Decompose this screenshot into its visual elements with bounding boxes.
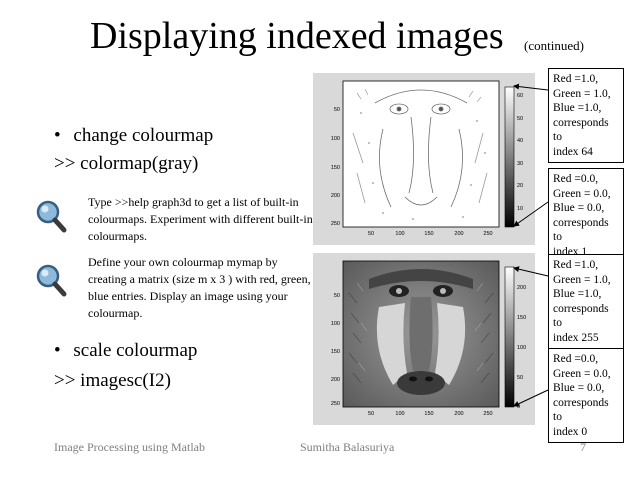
callout-line: corresponds to bbox=[553, 216, 609, 244]
callout-line: Blue = 0.0, bbox=[553, 202, 605, 214]
callout-line: Red =1.0, bbox=[553, 259, 599, 271]
callout-index-0: Red =0.0, Green = 0.0, Blue = 0.0, corre… bbox=[548, 348, 624, 443]
callout-line: Green = 0.0, bbox=[553, 187, 611, 200]
callout-line: index 255 bbox=[553, 331, 599, 344]
footer-author: Sumitha Balasuriya bbox=[300, 440, 395, 454]
callout-line: corresponds to bbox=[553, 116, 609, 144]
callout-line: Red =0.0, bbox=[553, 173, 599, 185]
callout-line: Red =1.0, bbox=[553, 73, 599, 85]
callout-line: index 64 bbox=[553, 145, 593, 158]
callout-line: corresponds to bbox=[553, 396, 609, 424]
footer-page-number: 7 bbox=[580, 440, 586, 454]
callout-line: Green = 0.0, bbox=[553, 367, 611, 380]
callout-index-1: Red =0.0, Green = 0.0, Blue = 0.0, corre… bbox=[548, 168, 624, 263]
callout-arrows bbox=[513, 83, 549, 407]
callout-index-64: Red =1.0, Green = 1.0, Blue =1.0, corres… bbox=[548, 68, 624, 163]
footer-course-title: Image Processing using Matlab bbox=[54, 440, 205, 454]
callout-line: Green = 1.0, bbox=[553, 87, 611, 100]
callout-line: Blue = 0.0, bbox=[553, 382, 605, 394]
callout-index-255: Red =1.0, Green = 1.0, Blue =1.0, corres… bbox=[548, 254, 624, 349]
callout-line: Blue =1.0, bbox=[553, 102, 602, 114]
callout-line: index 0 bbox=[553, 425, 588, 438]
callout-line: Blue =1.0, bbox=[553, 288, 602, 300]
callout-line: Green = 1.0, bbox=[553, 273, 611, 286]
callout-line: corresponds to bbox=[553, 302, 609, 330]
callout-line: Red =0.0, bbox=[553, 353, 599, 365]
